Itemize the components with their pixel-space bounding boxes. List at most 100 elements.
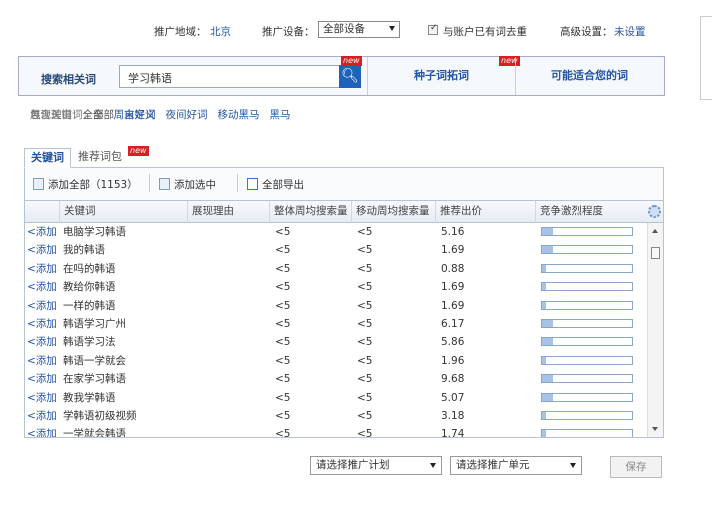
bid-cell: 1.69: [441, 299, 465, 312]
suggested-words-tab[interactable]: 可能适合您的词: [515, 57, 663, 95]
overall-volume-cell: <5: [275, 262, 291, 275]
keyword-planner-panel: 推广地域： 北京 推广设备： 全部设备 与账户已有词去重 高级设置： 未设置 搜…: [14, 10, 670, 480]
add-keyword-link[interactable]: <添加: [27, 389, 57, 407]
result-tabs: 关键词 推荐词包 new: [24, 146, 664, 168]
scroll-down-icon[interactable]: [652, 427, 658, 431]
reason-label: 展现理由：: [30, 109, 83, 121]
reason-filter: 展现理由：全部 周末好词 夜间好词 移动黑马 黑马: [30, 106, 652, 124]
export-all-button[interactable]: 全部导出: [237, 174, 304, 192]
col-reason[interactable]: 展现理由: [187, 201, 269, 223]
add-keyword-link[interactable]: <添加: [27, 297, 57, 315]
tab-packages[interactable]: 推荐词包: [72, 148, 128, 168]
keyword-cell: 一样的韩语: [63, 299, 116, 312]
tab-packages-label: 推荐词包: [78, 150, 122, 163]
dedupe-checkbox[interactable]: [428, 23, 438, 35]
settings-bar: 推广地域： 北京 推广设备： 全部设备 与账户已有词去重 高级设置： 未设置: [14, 20, 670, 44]
table-row: <添加 一样的韩语 <5 <5 1.69: [25, 297, 647, 315]
table-row: <添加 韩语学习法 <5 <5 5.86: [25, 333, 647, 351]
reason-all[interactable]: 全部: [83, 109, 104, 121]
add-keyword-link[interactable]: <添加: [27, 241, 57, 259]
seed-word-tab-label: 种子词拓词: [414, 69, 469, 82]
advanced-value[interactable]: 未设置: [614, 24, 646, 39]
tab-keywords[interactable]: 关键词: [24, 148, 71, 168]
save-button[interactable]: 保存: [610, 456, 662, 478]
competition-bar-fill: [542, 412, 546, 419]
divider: [237, 174, 238, 192]
reason-darkhorse[interactable]: 黑马: [270, 109, 291, 121]
add-all-icon: [33, 178, 44, 190]
unit-select[interactable]: 请选择推广单元: [450, 456, 582, 475]
keyword-cell: 教给你韩语: [63, 281, 116, 294]
add-selected-button[interactable]: 添加选中: [149, 174, 216, 192]
col-competition[interactable]: 竞争激烈程度: [535, 201, 643, 223]
competition-bar-fill: [542, 283, 546, 291]
overall-volume-cell: <5: [275, 281, 291, 294]
mobile-volume-cell: <5: [357, 336, 373, 349]
add-keyword-link[interactable]: <添加: [27, 223, 57, 241]
overall-volume-cell: <5: [275, 226, 291, 238]
scroll-up-icon[interactable]: [652, 229, 658, 233]
mobile-volume-cell: <5: [357, 262, 373, 275]
competition-bar-fill: [542, 264, 546, 272]
overall-volume-cell: <5: [275, 299, 291, 312]
plan-select-value: 请选择推广计划: [316, 459, 390, 471]
add-selected-label: 添加选中: [174, 179, 216, 191]
table-row: <添加 韩语一学就会 <5 <5 1.96: [25, 352, 647, 370]
mobile-volume-cell: <5: [357, 391, 373, 404]
scrollbar[interactable]: [647, 223, 663, 437]
divider: [149, 174, 150, 192]
bid-cell: 3.18: [441, 410, 465, 422]
add-keyword-link[interactable]: <添加: [27, 315, 57, 333]
reason-mobile-darkhorse[interactable]: 移动黑马: [218, 109, 260, 121]
mobile-volume-cell: <5: [357, 318, 373, 330]
competition-bar: [541, 282, 633, 292]
table-row: <添加 学韩语初级视频 <5 <5 3.18: [25, 407, 647, 425]
col-mobile-volume[interactable]: 移动周均搜索量: [351, 201, 435, 223]
competition-bar: [541, 429, 633, 437]
table-row: <添加 我的韩语 <5 <5 1.69: [25, 241, 647, 259]
seed-word-tab[interactable]: 种子词拓词: [367, 57, 515, 95]
table-row: <添加 在家学习韩语 <5 <5 9.68: [25, 370, 647, 388]
reason-weekend[interactable]: 周末好词: [114, 109, 156, 121]
keyword-cell: 韩语一学就会: [63, 354, 126, 367]
search-button[interactable]: 🔍︎: [339, 65, 361, 88]
plan-select[interactable]: 请选择推广计划: [310, 456, 442, 475]
device-select[interactable]: 全部设备: [318, 21, 400, 38]
add-keyword-link[interactable]: <添加: [27, 333, 57, 351]
related-search-tab[interactable]: 搜索相关词: [41, 71, 96, 87]
overall-volume-cell: <5: [275, 373, 291, 386]
region-value[interactable]: 北京: [210, 24, 231, 39]
gear-icon[interactable]: [648, 205, 661, 218]
col-bid[interactable]: 推荐出价: [435, 201, 535, 223]
suggested-words-tab-label: 可能适合您的词: [551, 69, 628, 82]
bid-cell: 1.74: [441, 428, 465, 438]
col-overall-volume[interactable]: 整体周均搜索量: [269, 201, 351, 223]
add-keyword-link[interactable]: <添加: [27, 425, 57, 437]
reason-night[interactable]: 夜间好词: [166, 109, 208, 121]
packages-new-badge: new: [128, 146, 149, 156]
mobile-volume-cell: <5: [357, 428, 373, 438]
add-all-button[interactable]: 添加全部（1153）: [33, 177, 138, 192]
col-keyword[interactable]: 关键词: [59, 201, 187, 223]
bid-cell: 5.16: [441, 226, 465, 238]
scroll-thumb[interactable]: [651, 247, 660, 259]
add-keyword-link[interactable]: <添加: [27, 370, 57, 388]
add-keyword-link[interactable]: <添加: [27, 260, 57, 278]
add-keyword-link[interactable]: <添加: [27, 407, 57, 425]
search-input[interactable]: 学习韩语: [119, 65, 361, 88]
competition-bar-fill: [542, 320, 553, 327]
bid-cell: 6.17: [441, 318, 465, 330]
device-select-value: 全部设备: [323, 23, 365, 35]
side-panel-edge: [700, 16, 712, 100]
add-keyword-link[interactable]: <添加: [27, 352, 57, 370]
overall-volume-cell: <5: [275, 410, 291, 422]
tab-keywords-label: 关键词: [31, 151, 64, 164]
keyword-cell: 电脑学习韩语: [63, 226, 126, 238]
competition-bar: [541, 300, 633, 310]
table-header: 关键词 展现理由 整体周均搜索量 移动周均搜索量 推荐出价 竞争激烈程度: [25, 201, 663, 223]
device-label: 推广设备：: [262, 26, 315, 38]
add-keyword-link[interactable]: <添加: [27, 278, 57, 296]
mobile-volume-cell: <5: [357, 244, 373, 257]
chevron-down-icon: [430, 463, 436, 468]
competition-bar-fill: [542, 375, 553, 383]
